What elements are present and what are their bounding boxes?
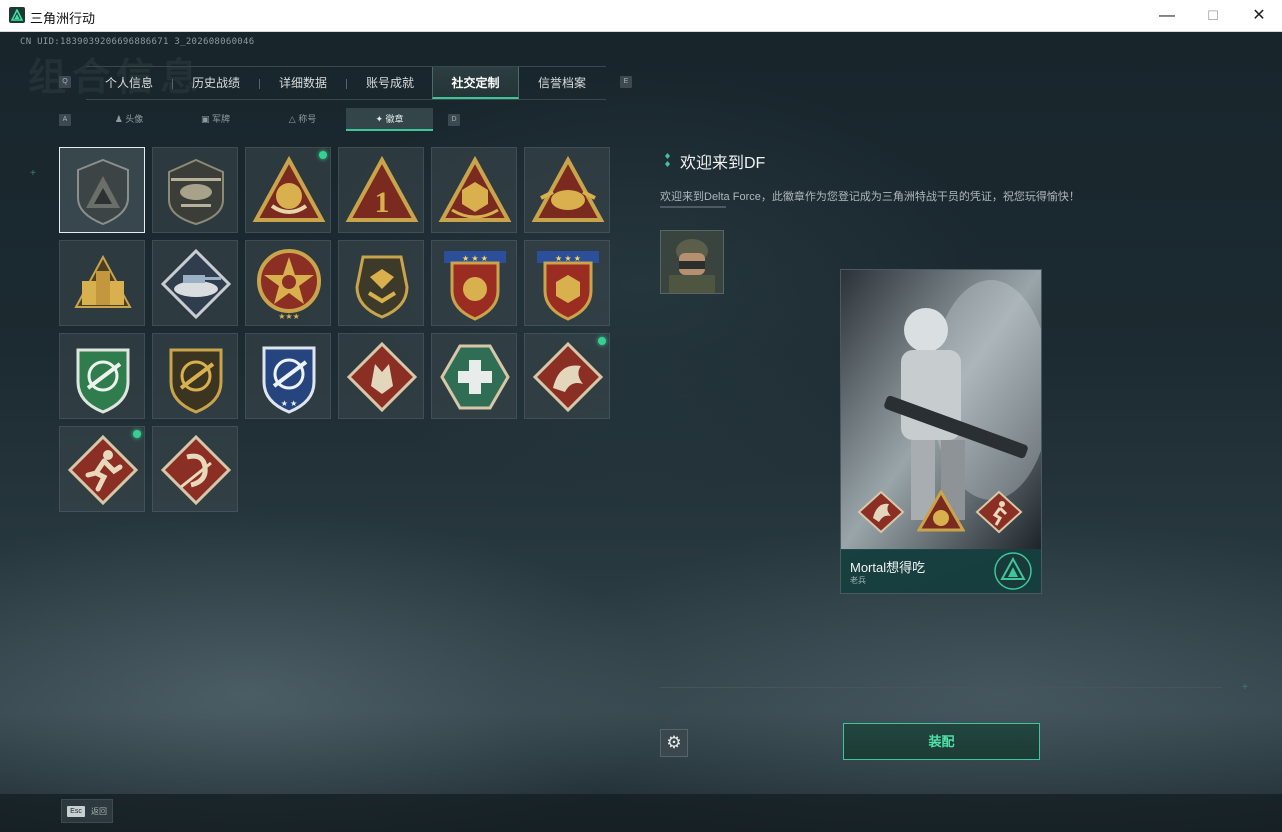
minimize-button[interactable]: —: [1144, 0, 1190, 31]
subtab-avatar[interactable]: ♟ 头像: [86, 108, 172, 131]
prev-subtab-key[interactable]: A: [59, 114, 71, 126]
badge-shield-chevron[interactable]: [338, 240, 424, 326]
person-icon: ♟: [114, 114, 123, 124]
badge-runner[interactable]: [59, 426, 145, 512]
badge-red-hook[interactable]: [152, 426, 238, 512]
avatar: [660, 230, 724, 294]
new-indicator: [598, 337, 606, 345]
settings-gear-icon[interactable]: ⚙: [660, 729, 688, 757]
tab-social-customization[interactable]: 社交定制: [432, 67, 519, 99]
next-tab-key[interactable]: E: [620, 76, 632, 88]
equipped-runner-badge-icon: [975, 490, 1023, 534]
main-tabs: 个人信息 历史战绩 详细数据 账号成就 社交定制 信誉档案: [86, 66, 606, 100]
tab-detailed-data[interactable]: 详细数据: [260, 67, 346, 99]
app-logo-icon: [9, 7, 25, 23]
tab-achievements[interactable]: 账号成就: [347, 67, 433, 99]
player-rank: 老兵: [850, 576, 866, 585]
badge-red-d20-stars[interactable]: ★ ★ ★: [524, 240, 610, 326]
back-label: 返回: [91, 807, 107, 816]
badge-star-medal[interactable]: ★★★: [245, 240, 331, 326]
uid-label: CN UID:1839039206696886671 3_20260806004…: [20, 37, 255, 47]
subtab-avatar-label: 头像: [125, 114, 144, 124]
equipped-dragon-badge-icon: [857, 490, 905, 534]
game-screen: 组合信息 CN UID:1839039206696886671 3_202608…: [0, 32, 1282, 832]
equipped-flower-badge-icon: [917, 490, 965, 532]
player-name: Mortal想得吃: [850, 560, 926, 575]
badge-blue-crosshair[interactable]: ★ ★: [245, 333, 331, 419]
medal-stars: ★★★: [278, 312, 300, 321]
triangle-icon: △: [288, 114, 296, 124]
prev-tab-key[interactable]: Q: [59, 76, 71, 88]
subtab-title[interactable]: △ 称号: [259, 108, 346, 131]
subtab-badge-label: 徽章: [385, 114, 404, 124]
tab-personal-info[interactable]: 个人信息: [86, 67, 172, 99]
rank-emblem-icon: [994, 552, 1032, 590]
dogtag-icon: ▣: [200, 114, 210, 124]
new-indicator: [319, 151, 327, 159]
subtab-dogtag[interactable]: ▣ 军牌: [172, 108, 259, 131]
crosshair-stars: ★ ★: [281, 399, 298, 408]
equip-button[interactable]: 装配: [843, 723, 1040, 760]
subtab-title-label: 称号: [298, 114, 317, 124]
badge-gold-flower[interactable]: [245, 147, 331, 233]
subtab-dogtag-label: 军牌: [212, 114, 231, 124]
window-titlebar: 三角洲行动 — ☐ ✕: [0, 0, 1282, 32]
badge-icon: ✦: [375, 114, 383, 124]
tab-history[interactable]: 历史战绩: [173, 67, 259, 99]
badge-dragon[interactable]: [524, 333, 610, 419]
window-title: 三角洲行动: [30, 12, 96, 27]
badge-helicopter[interactable]: [152, 147, 238, 233]
badge-number-one[interactable]: 1: [338, 147, 424, 233]
badge-title: 欢迎来到DF: [680, 155, 766, 172]
next-subtab-key[interactable]: D: [448, 114, 460, 126]
badge-bronze-rifle[interactable]: [152, 333, 238, 419]
panel-divider: [660, 687, 1222, 688]
back-button[interactable]: Esc 返回: [61, 799, 113, 823]
badge-medic[interactable]: [431, 333, 517, 419]
subtab-badge[interactable]: ✦ 徽章: [346, 108, 433, 131]
badge-green-crosshair-rifle[interactable]: [59, 333, 145, 419]
corner-plus-decoration: +: [1242, 682, 1248, 693]
badge-tank[interactable]: [152, 240, 238, 326]
badge-df-default[interactable]: [59, 147, 145, 233]
bottom-bar: Esc 返回: [0, 794, 1282, 832]
player-card-footer: Mortal想得吃 老兵: [841, 549, 1041, 593]
badge-gold-rhino[interactable]: [524, 147, 610, 233]
maximize-button[interactable]: ☐: [1190, 0, 1236, 31]
badge-red-shield-stars[interactable]: ★ ★ ★: [431, 240, 517, 326]
corner-plus-decoration: +: [30, 168, 36, 179]
new-indicator: [133, 430, 141, 438]
badge-description: 欢迎来到Delta Force，此徽章作为您登记成为三角洲特战干员的凭证，祝您玩…: [660, 191, 1080, 203]
tab-reputation[interactable]: 信誉档案: [519, 67, 605, 99]
player-card-preview: Mortal想得吃 老兵: [840, 269, 1042, 594]
description-underline: [660, 206, 726, 208]
esc-key: Esc: [67, 806, 85, 817]
title-marker-icon: [665, 153, 670, 167]
badge-number-glyph: 1: [375, 186, 390, 219]
badge-wolf[interactable]: [338, 333, 424, 419]
close-button[interactable]: ✕: [1236, 0, 1282, 31]
badge-gold-mechs[interactable]: [59, 240, 145, 326]
badge-gold-d20[interactable]: [431, 147, 517, 233]
